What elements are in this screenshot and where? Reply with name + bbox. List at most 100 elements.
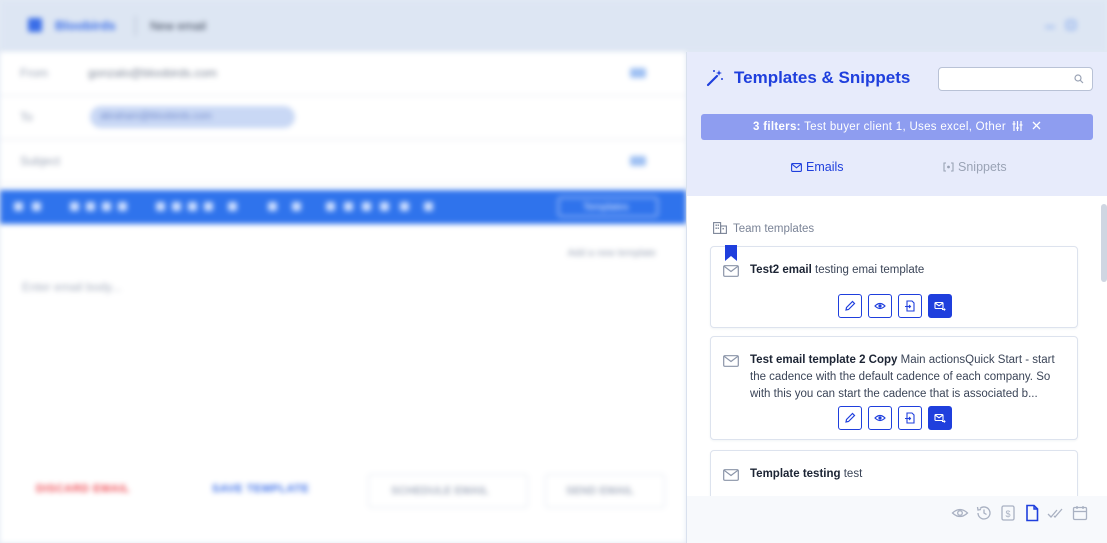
bookmark-icon <box>725 245 737 261</box>
recipient-chip-text: abraham@bloobirds.com <box>100 111 212 122</box>
cc-button[interactable] <box>630 68 646 78</box>
strike-icon[interactable] <box>204 202 213 211</box>
panel-footer-icons: $ <box>951 504 1091 526</box>
more-icon[interactable] <box>424 202 433 211</box>
send-email-label: SEND EMAIL <box>566 485 634 497</box>
list-scrollbar[interactable] <box>1101 204 1107 282</box>
magic-wand-icon <box>706 70 723 87</box>
templates-button-label: Templates <box>583 202 629 213</box>
mail-icon <box>723 355 739 367</box>
table-icon[interactable] <box>344 202 353 211</box>
add-template-link[interactable]: Add a new template <box>568 248 656 259</box>
template-card[interactable]: Test2 email testing emai template <box>710 245 1078 328</box>
filters-values: Test buyer client 1, Uses excel, Other <box>804 121 1006 133</box>
history-icon[interactable] <box>975 504 993 522</box>
clear-filters-icon[interactable] <box>1032 121 1041 130</box>
sliders-icon[interactable] <box>1012 121 1023 131</box>
redo-icon[interactable] <box>32 202 41 211</box>
double-check-icon[interactable] <box>1047 504 1065 522</box>
dollar-icon[interactable]: $ <box>999 504 1017 522</box>
color-icon[interactable] <box>102 202 111 211</box>
email-body-placeholder[interactable]: Enter email body... <box>22 280 121 294</box>
font-icon[interactable] <box>70 202 79 211</box>
insert-button[interactable] <box>898 406 922 430</box>
template-list: Team templates Test2 email testing emai … <box>687 196 1107 496</box>
from-select[interactable]: gonzalo@bloobirds.com <box>88 66 217 80</box>
use-template-button[interactable] <box>928 294 952 318</box>
image-icon[interactable] <box>326 202 335 211</box>
tab-emails-label: Emails <box>806 160 844 174</box>
panel-header: Templates & Snippets 3 filters: Test buy… <box>687 52 1107 196</box>
template-search-input[interactable] <box>938 67 1093 91</box>
filters-count: 3 filters: <box>753 121 801 133</box>
use-template-button[interactable] <box>928 406 952 430</box>
panel-title: Templates & Snippets <box>734 68 911 87</box>
send-mail-icon <box>934 413 946 423</box>
section-team-templates: Team templates <box>713 222 814 235</box>
edit-button[interactable] <box>838 294 862 318</box>
preview-button[interactable] <box>868 406 892 430</box>
template-actions <box>838 406 956 430</box>
recipient-chip[interactable]: abraham@bloobirds.com <box>90 106 295 128</box>
filters-bar[interactable]: 3 filters: Test buyer client 1, Uses exc… <box>701 114 1093 140</box>
templates-snippets-panel: Templates & Snippets 3 filters: Test buy… <box>686 52 1107 543</box>
eye-icon <box>874 414 886 422</box>
undo-icon[interactable] <box>14 202 23 211</box>
panel-tabs: Emails Snippets <box>687 152 1107 182</box>
schedule-email-button[interactable]: SCHEDULE EMAIL <box>368 474 528 508</box>
variables-button[interactable] <box>630 156 646 166</box>
subject-row[interactable]: Subject <box>0 140 686 184</box>
tab-emails[interactable]: Emails <box>791 160 844 174</box>
template-body: test <box>843 468 863 480</box>
list-icon[interactable] <box>268 202 277 211</box>
edit-button[interactable] <box>838 406 862 430</box>
pencil-icon <box>845 300 856 311</box>
close-icon[interactable] <box>1066 20 1076 30</box>
emoji-icon[interactable] <box>400 202 409 211</box>
preview-button[interactable] <box>868 294 892 318</box>
subject-label: Subject <box>20 154 61 168</box>
insert-button[interactable] <box>898 294 922 318</box>
attach-icon[interactable] <box>380 202 389 211</box>
template-card[interactable]: Template testing test <box>710 450 1078 496</box>
italic-icon[interactable] <box>172 202 181 211</box>
ordered-list-icon[interactable] <box>292 202 301 211</box>
template-name: Test2 email <box>750 264 812 276</box>
highlight-icon[interactable] <box>118 202 127 211</box>
template-text: Test2 email testing emai template <box>750 262 1063 279</box>
to-label: To <box>20 110 33 124</box>
template-card[interactable]: Test email template 2 Copy Main actionsQ… <box>710 336 1078 440</box>
template-actions <box>838 294 956 318</box>
file-import-icon <box>905 412 915 424</box>
bold-icon[interactable] <box>156 202 165 211</box>
eye-icon[interactable] <box>951 504 969 522</box>
schedule-email-label: SCHEDULE EMAIL <box>391 485 489 497</box>
mail-icon <box>723 265 739 277</box>
send-mail-icon <box>934 301 946 311</box>
calendar-icon[interactable] <box>1071 504 1089 522</box>
tab-snippets[interactable]: Snippets <box>943 160 1007 174</box>
template-text: Template testing test <box>750 466 1063 483</box>
eye-icon <box>874 302 886 310</box>
document-icon[interactable] <box>1023 504 1041 522</box>
save-template-button[interactable]: SAVE TEMPLATE <box>212 483 309 495</box>
search-icon <box>1074 74 1084 84</box>
template-name: Test email template 2 Copy <box>750 354 898 366</box>
template-body: testing emai template <box>815 264 925 276</box>
send-email-button[interactable]: SEND EMAIL <box>545 474 665 508</box>
mail-icon <box>723 469 739 481</box>
snippet-icon <box>943 162 954 172</box>
minimize-icon[interactable] <box>1045 26 1055 28</box>
building-icon <box>713 222 727 234</box>
code-icon[interactable] <box>362 202 371 211</box>
from-row: From gonzalo@bloobirds.com <box>0 52 686 96</box>
formatting-toolbar: Templates <box>0 190 686 224</box>
link-icon[interactable] <box>228 202 237 211</box>
size-icon[interactable] <box>86 202 95 211</box>
discard-email-button[interactable]: DISCARD EMAIL <box>36 483 130 495</box>
underline-icon[interactable] <box>188 202 197 211</box>
pencil-icon <box>845 412 856 423</box>
section-label: Team templates <box>733 223 815 235</box>
templates-button[interactable]: Templates <box>558 197 658 217</box>
tab-snippets-label: Snippets <box>958 160 1007 174</box>
